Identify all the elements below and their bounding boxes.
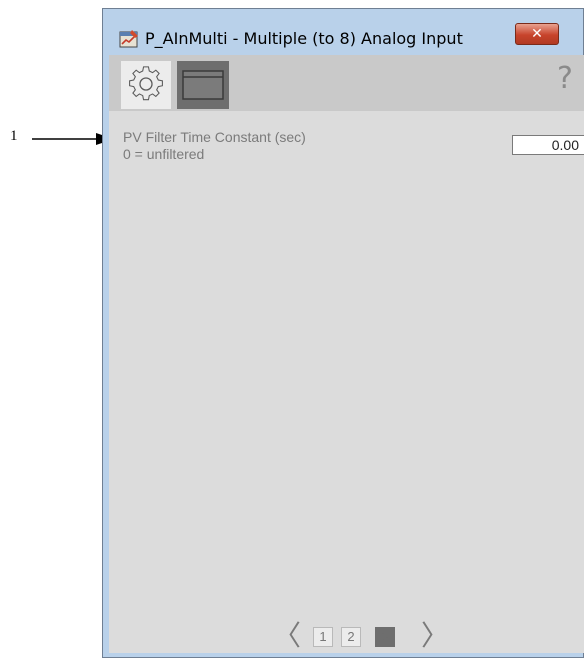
next-page-icon[interactable]: 〉 (421, 621, 449, 651)
toolbar: ? (109, 55, 584, 111)
pv-filter-label: PV Filter Time Constant (sec) (123, 129, 306, 145)
page-3-button[interactable]: 3 (375, 627, 395, 647)
close-button[interactable]: ✕ (515, 23, 559, 45)
pv-filter-input[interactable] (512, 135, 584, 155)
tab-settings[interactable] (121, 61, 171, 109)
window-icon (182, 70, 224, 100)
window-title: P_AInMulti - Multiple (to 8) Analog Inpu… (145, 29, 463, 48)
faceplate-window: P_AInMulti - Multiple (to 8) Analog Inpu… (102, 8, 584, 658)
page-navigator: 〈 1 2 3 〉 (109, 621, 584, 651)
gear-icon (129, 66, 163, 101)
page-1-button[interactable]: 1 (313, 627, 333, 647)
pv-filter-hint: 0 = unfiltered (123, 146, 205, 162)
prev-page-icon[interactable]: 〈 (273, 621, 301, 651)
tab-display[interactable] (177, 61, 229, 109)
client-area: ? PV Filter Time Constant (sec) 0 = unfi… (109, 55, 584, 653)
page-2-button[interactable]: 2 (341, 627, 361, 647)
help-icon[interactable]: ? (557, 61, 573, 96)
app-icon (119, 30, 138, 48)
close-icon: ✕ (531, 26, 543, 42)
callout-number: 1 (10, 128, 18, 144)
